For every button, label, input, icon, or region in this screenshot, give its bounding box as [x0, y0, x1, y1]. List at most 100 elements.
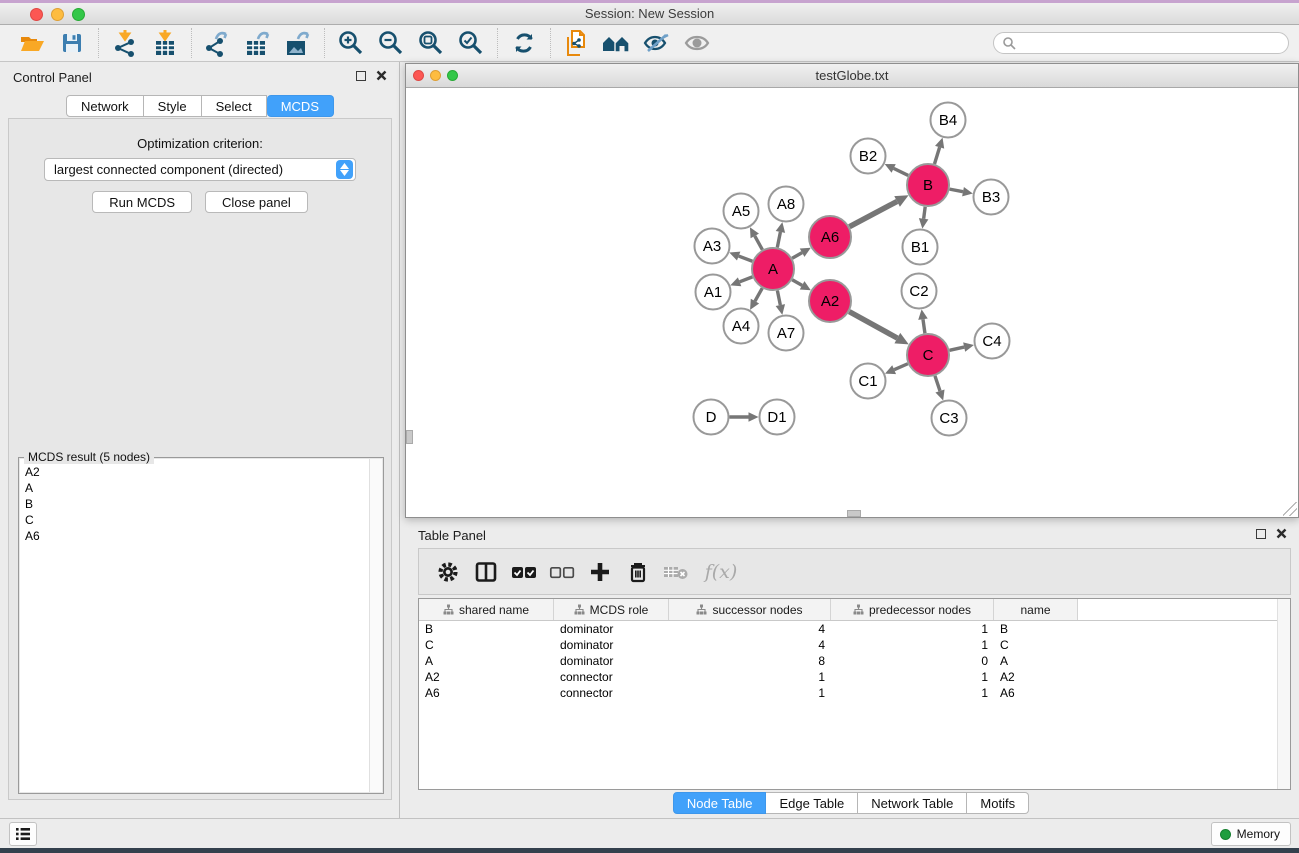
result-list-item[interactable]: A2	[25, 464, 382, 480]
save-session-button[interactable]	[52, 27, 92, 59]
result-list-scrollbar[interactable]	[369, 459, 382, 792]
import-network-button[interactable]	[105, 27, 145, 59]
zoom-selected-icon	[457, 29, 485, 57]
export-table-button[interactable]	[238, 27, 278, 59]
table-cell: 8	[669, 654, 831, 668]
float-panel-icon[interactable]	[356, 71, 366, 81]
tab-edge-table[interactable]: Edge Table	[766, 792, 858, 814]
search-input[interactable]	[1016, 36, 1280, 50]
tab-mcds[interactable]: MCDS	[267, 95, 334, 117]
open-session-button[interactable]	[12, 27, 52, 59]
column-header-successor-nodes[interactable]: successor nodes	[669, 599, 831, 620]
zoom-in-button[interactable]	[331, 27, 371, 59]
table-cell: 4	[669, 622, 831, 636]
first-neighbors-button[interactable]	[597, 27, 637, 59]
node-label-C1: C1	[858, 373, 877, 390]
table-row[interactable]: A6connector11A6	[419, 685, 1290, 701]
edge-C-C1[interactable]	[894, 364, 908, 370]
run-mcds-button[interactable]: Run MCDS	[92, 191, 192, 213]
duplicate-network-icon	[564, 28, 590, 58]
edge-A-A4[interactable]	[755, 288, 762, 301]
add-column-button[interactable]	[585, 556, 615, 588]
edge-A-A2[interactable]	[792, 280, 802, 286]
network-window-titlebar[interactable]: testGlobe.txt	[406, 64, 1298, 88]
edge-A6-B[interactable]	[849, 201, 897, 226]
show-columns-button[interactable]	[471, 556, 501, 588]
table-cell: 1	[831, 638, 994, 652]
tab-style[interactable]: Style	[144, 95, 202, 117]
column-header-MCDS-role[interactable]: MCDS role	[554, 599, 669, 620]
select-all-columns-button[interactable]	[509, 556, 539, 588]
deselect-all-columns-button[interactable]	[547, 556, 577, 588]
task-history-button[interactable]	[9, 822, 37, 846]
tab-select[interactable]: Select	[202, 95, 267, 117]
import-table-icon	[152, 29, 178, 57]
column-header-shared-name[interactable]: shared name	[419, 599, 554, 620]
delete-columns-button[interactable]	[623, 556, 653, 588]
hide-selection-button[interactable]	[637, 27, 677, 59]
edge-C-C4[interactable]	[949, 347, 964, 350]
mcds-result-list[interactable]: A2ABCA6	[20, 459, 382, 792]
column-header-predecessor-nodes[interactable]: predecessor nodes	[831, 599, 994, 620]
arrowhead	[776, 304, 785, 315]
edge-C-C2[interactable]	[923, 319, 925, 333]
edge-A-A3[interactable]	[739, 256, 753, 261]
export-network-button[interactable]	[198, 27, 238, 59]
tab-node-table[interactable]: Node Table	[673, 792, 767, 814]
table-toolbar: f(x)	[418, 548, 1291, 595]
search-box[interactable]	[993, 32, 1289, 54]
refresh-button[interactable]	[504, 27, 544, 59]
result-list-item[interactable]: C	[25, 512, 382, 528]
criterion-dropdown[interactable]: largest connected component (directed)	[44, 158, 356, 181]
zoom-out-button[interactable]	[371, 27, 411, 59]
table-cell: dominator	[554, 654, 669, 668]
node-label-B3: B3	[982, 189, 1000, 206]
close-panel-button[interactable]: Close panel	[205, 191, 308, 213]
column-header-name[interactable]: name	[994, 599, 1078, 620]
table-row[interactable]: Adominator80A	[419, 653, 1290, 669]
edge-B-B4[interactable]	[934, 147, 939, 164]
import-table-button[interactable]	[145, 27, 185, 59]
table-body: Bdominator41BCdominator41CAdominator80AA…	[419, 621, 1290, 701]
edge-B-B3[interactable]	[950, 189, 963, 192]
canvas-bottom-scrollbar-thumb[interactable]	[847, 510, 861, 517]
tab-network[interactable]: Network	[66, 95, 144, 117]
table-scrollbar[interactable]	[1277, 599, 1290, 789]
result-list-item[interactable]: A6	[25, 528, 382, 544]
canvas-left-scrollbar-thumb[interactable]	[406, 430, 413, 444]
node-label-C: C	[923, 347, 934, 364]
edge-C-C3[interactable]	[935, 376, 940, 391]
edge-B-B1[interactable]	[924, 207, 926, 219]
delete-table-button[interactable]	[661, 556, 691, 588]
arrowhead	[962, 187, 973, 196]
new-network-from-selection-button[interactable]	[557, 27, 597, 59]
column-header-label: successor nodes	[712, 603, 802, 617]
table-row[interactable]: Bdominator41B	[419, 621, 1290, 637]
criterion-dropdown-value: largest connected component (directed)	[45, 162, 336, 177]
zoom-selected-button[interactable]	[451, 27, 491, 59]
edge-A-A8[interactable]	[777, 232, 780, 247]
zoom-fit-button[interactable]	[411, 27, 451, 59]
table-settings-button[interactable]	[433, 556, 463, 588]
edge-A-A7[interactable]	[777, 291, 780, 306]
result-list-item[interactable]: B	[25, 496, 382, 512]
network-canvas[interactable]: B4B2BB3A8A5A6A3B1AA1C2A2A4A7C4CC1C3DD1	[406, 88, 1298, 517]
close-panel-icon[interactable]	[376, 70, 387, 81]
function-builder-button[interactable]: f(x)	[699, 556, 743, 588]
show-all-button[interactable]	[677, 27, 717, 59]
tab-network-table[interactable]: Network Table	[858, 792, 967, 814]
table-float-panel-icon[interactable]	[1256, 529, 1266, 539]
edge-A2-C[interactable]	[849, 312, 897, 338]
tab-motifs[interactable]: Motifs	[967, 792, 1029, 814]
edge-B-B2[interactable]	[894, 168, 909, 175]
result-list-item[interactable]: A	[25, 480, 382, 496]
window-resize-grip[interactable]	[1283, 502, 1297, 516]
edge-A-A6[interactable]	[792, 253, 802, 259]
table-close-panel-icon[interactable]	[1276, 528, 1287, 539]
memory-status-button[interactable]: Memory	[1211, 822, 1291, 846]
edge-A-A1[interactable]	[740, 277, 753, 282]
edge-A-A5[interactable]	[755, 236, 763, 250]
export-image-button[interactable]	[278, 27, 318, 59]
table-row[interactable]: A2connector11A2	[419, 669, 1290, 685]
table-row[interactable]: Cdominator41C	[419, 637, 1290, 653]
